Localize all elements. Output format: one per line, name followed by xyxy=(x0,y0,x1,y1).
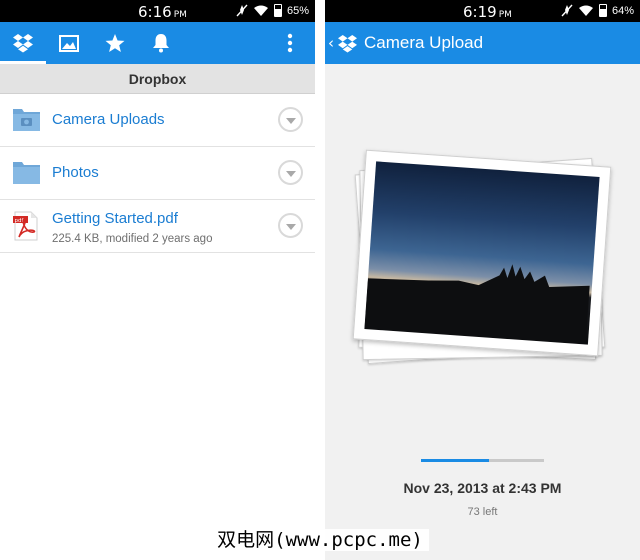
overflow-menu-button[interactable] xyxy=(275,22,305,64)
folder-icon xyxy=(13,162,40,184)
section-title: Dropbox xyxy=(0,64,315,94)
back-chevron-icon[interactable]: ‹ xyxy=(328,34,334,52)
upload-progress-fill xyxy=(421,459,489,462)
photo-stack xyxy=(351,149,616,380)
tab-favorites[interactable] xyxy=(92,22,138,64)
pdf-file-icon: pdf xyxy=(13,211,38,241)
item-subtitle: 225.4 KB, modified 2 years ago xyxy=(52,233,213,245)
upload-timestamp: Nov 23, 2013 at 2:43 PM xyxy=(403,480,562,496)
item-options-button[interactable] xyxy=(278,107,303,132)
photos-icon xyxy=(59,34,79,52)
current-upload-photo xyxy=(352,149,612,357)
item-title: Getting Started.pdf xyxy=(52,210,178,227)
dropbox-logo-icon xyxy=(338,34,357,53)
battery-icon xyxy=(598,4,607,17)
screen-title: Camera Upload xyxy=(364,33,484,52)
item-title: Photos xyxy=(52,164,99,181)
battery-level: 65% xyxy=(286,4,309,17)
app-bar xyxy=(0,22,315,64)
status-time: 6:16 PM xyxy=(138,3,187,21)
item-options-button[interactable] xyxy=(278,160,303,185)
wifi-icon xyxy=(253,5,268,16)
sunset-photo xyxy=(364,161,600,345)
item-options-button[interactable] xyxy=(278,213,303,238)
overflow-dots-icon xyxy=(287,33,293,53)
item-title: Camera Uploads xyxy=(52,111,165,128)
list-item-camera-uploads[interactable]: Camera Uploads xyxy=(0,94,315,147)
tab-photos[interactable] xyxy=(46,22,92,64)
silent-mode-icon xyxy=(561,4,573,17)
status-bar: 6:16 PM 65% xyxy=(0,0,315,22)
dropbox-browser-screen: 6:16 PM 65% Dropbox Camera Uploads Photo… xyxy=(0,0,315,560)
upload-progress-bar xyxy=(421,459,544,462)
screen-divider xyxy=(315,0,325,560)
file-list: Camera Uploads Photos pdf Getting Starte… xyxy=(0,94,315,253)
dropbox-logo-icon xyxy=(13,34,33,53)
status-time: 6:19 PM xyxy=(463,3,512,21)
watermark-text: 双电网(www.pcpc.me) xyxy=(0,525,640,551)
battery-icon xyxy=(273,4,282,17)
favorites-star-icon xyxy=(105,33,125,52)
silent-mode-icon xyxy=(236,4,248,17)
photos-remaining: 73 left xyxy=(467,506,498,518)
status-icons: 64% xyxy=(561,4,634,17)
status-bar: 6:19 PM 64% xyxy=(325,0,640,22)
status-icons: 65% xyxy=(236,4,309,17)
tree-silhouette xyxy=(364,264,590,345)
camera-upload-screen: 6:19 PM 64% ‹ Camera Upload Nov 23, 2013… xyxy=(325,0,640,560)
list-item-photos[interactable]: Photos xyxy=(0,147,315,200)
battery-level: 64% xyxy=(611,4,634,17)
tab-dropbox[interactable] xyxy=(0,22,46,64)
list-item-getting-started-pdf[interactable]: pdf Getting Started.pdf 225.4 KB, modifi… xyxy=(0,200,315,253)
app-bar[interactable]: ‹ Camera Upload xyxy=(325,22,640,64)
tab-notifications[interactable] xyxy=(138,22,184,64)
wifi-icon xyxy=(578,5,593,16)
camera-folder-icon xyxy=(13,109,40,131)
notifications-bell-icon xyxy=(153,34,169,53)
